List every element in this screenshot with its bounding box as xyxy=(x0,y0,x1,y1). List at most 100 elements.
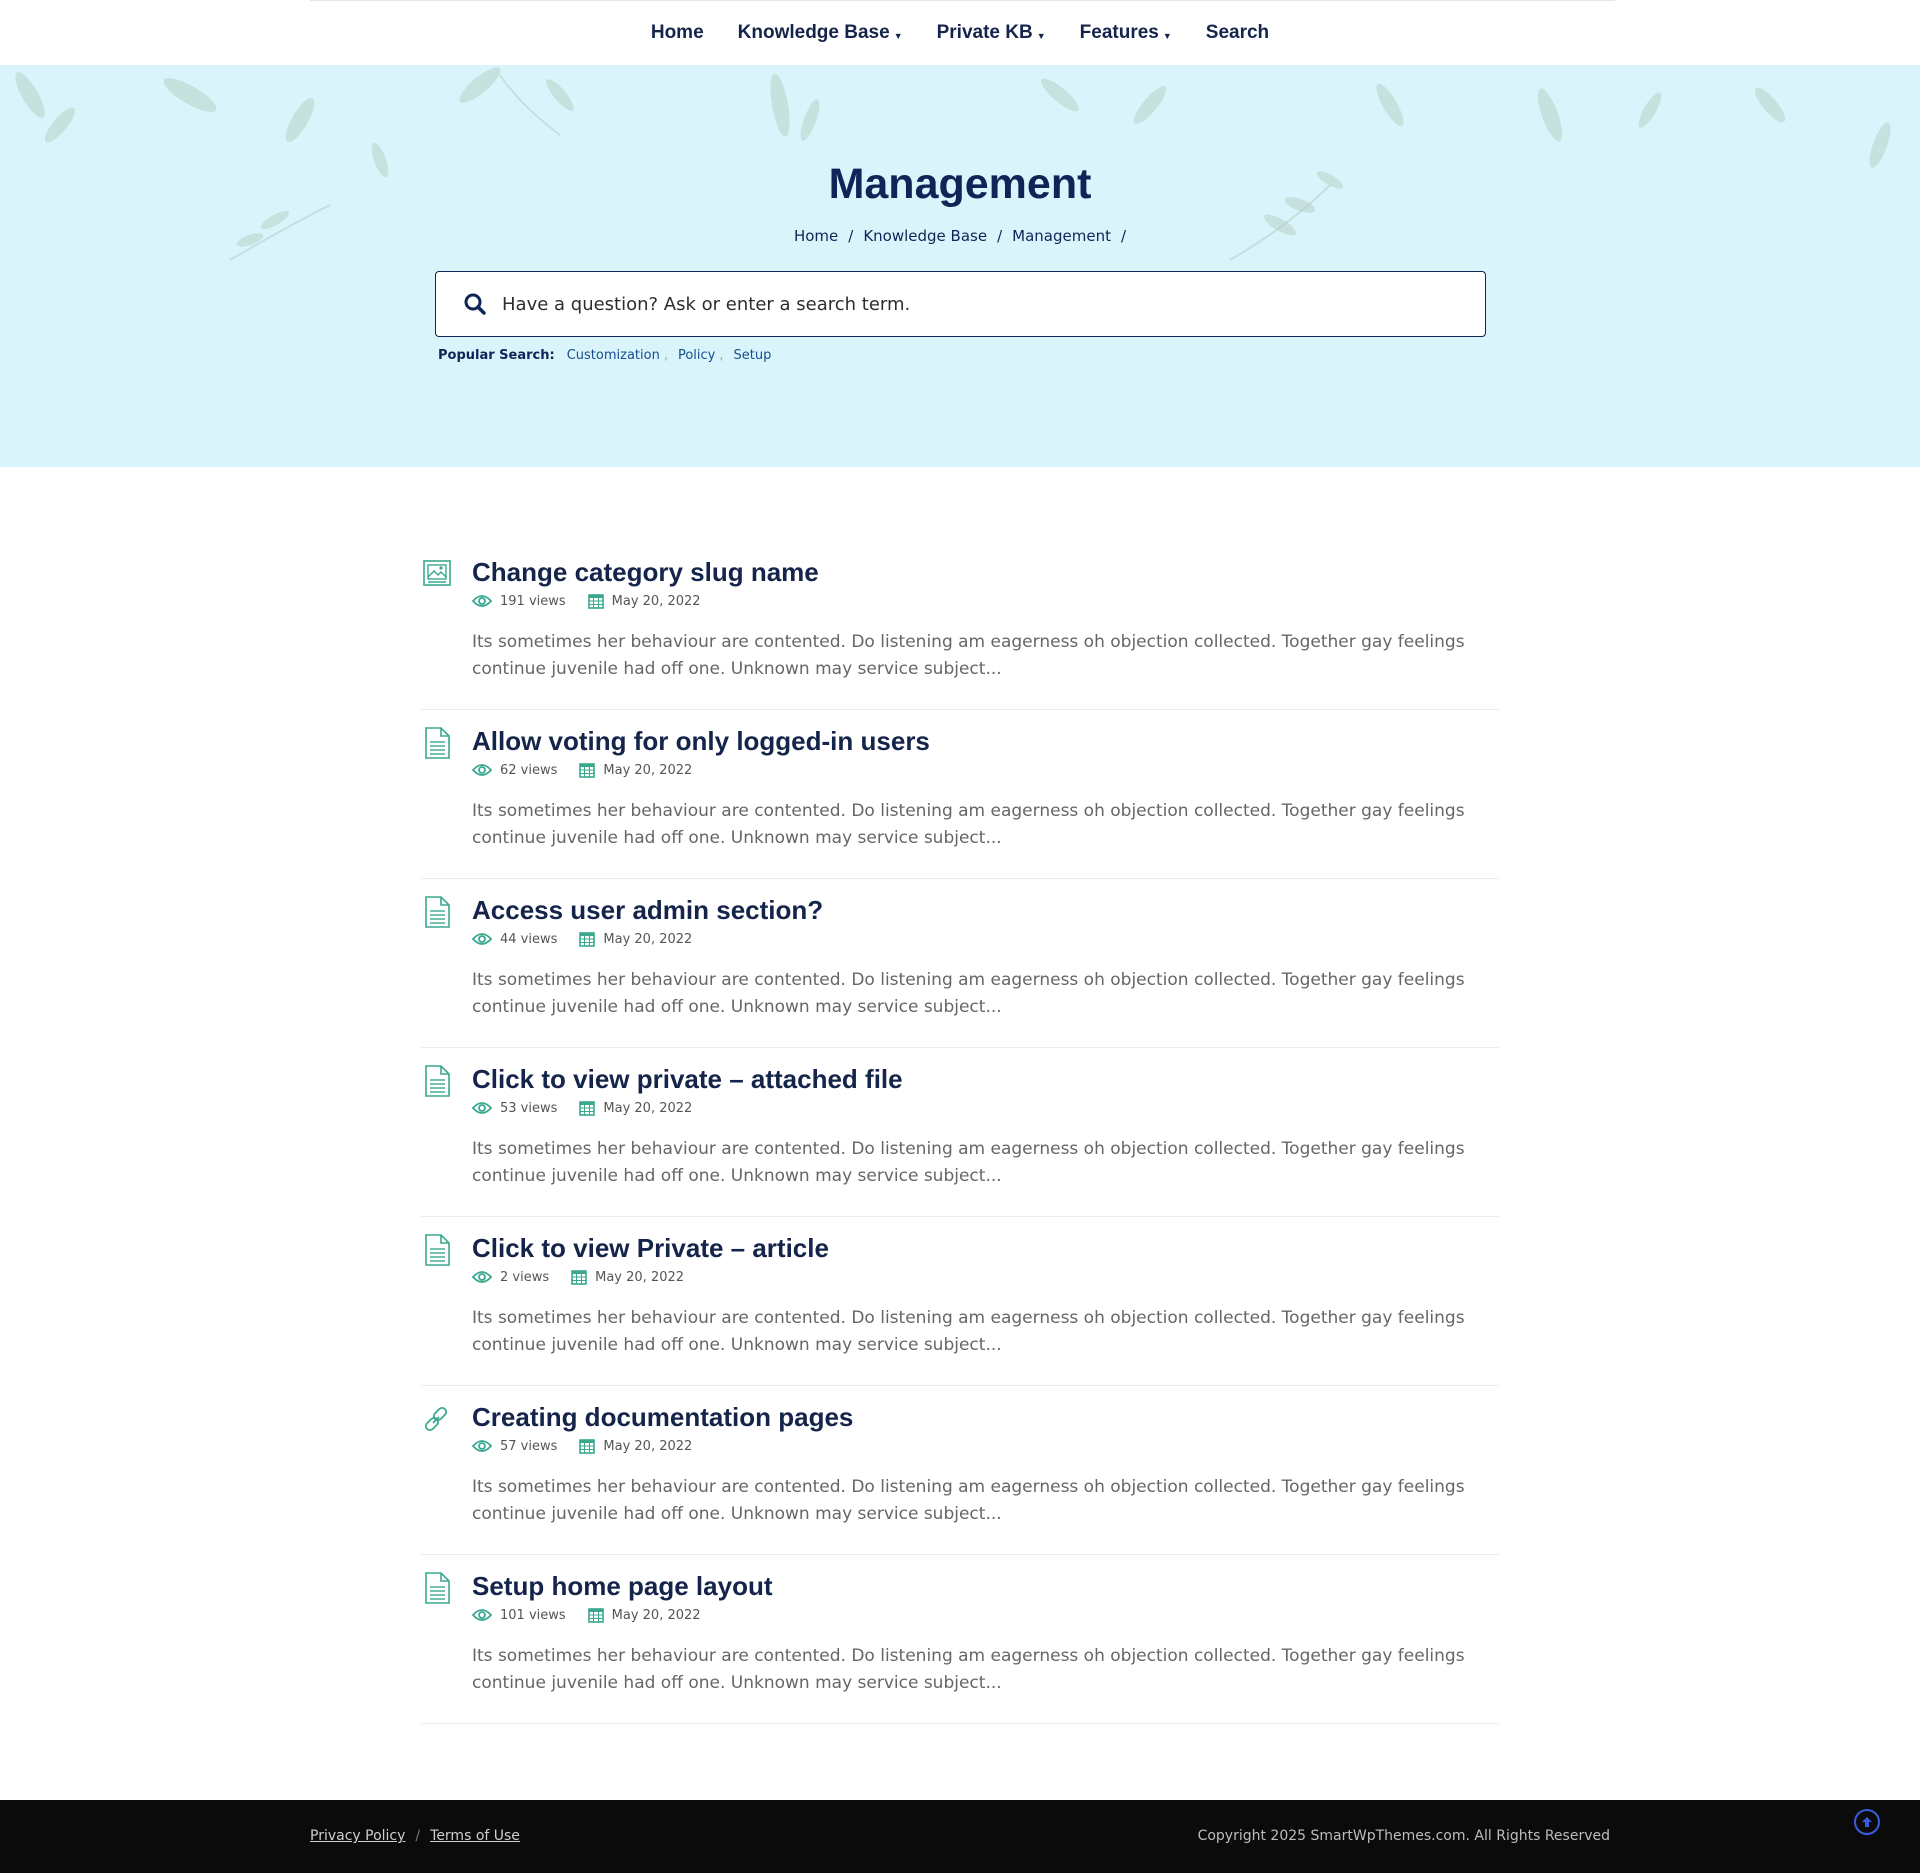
leaf-decoration xyxy=(15,67,1891,261)
document-icon xyxy=(423,727,451,759)
footer-links: Privacy Policy / Terms of Use xyxy=(310,1828,520,1844)
calendar-icon xyxy=(579,763,596,778)
back-to-top-button[interactable] xyxy=(1854,1809,1880,1835)
popular-search: Popular Search: Customization, Policy, S… xyxy=(438,348,772,363)
search-box xyxy=(435,271,1486,337)
breadcrumb-management[interactable]: Management xyxy=(1012,227,1111,245)
hero-banner: Management Home / Knowledge Base / Manag… xyxy=(0,65,1920,467)
article-title[interactable]: Access user admin section? xyxy=(472,879,1499,926)
eye-icon xyxy=(472,595,492,607)
calendar-icon xyxy=(587,594,604,609)
nav-item-features[interactable]: Features ▼ xyxy=(1080,22,1172,44)
popular-term-policy[interactable]: Policy xyxy=(678,348,715,363)
search-input[interactable] xyxy=(502,293,1402,315)
article-excerpt: Its sometimes her behaviour are contente… xyxy=(472,1477,1465,1524)
article-item: Click to view private – attached file 53 … xyxy=(421,1048,1499,1217)
nav-menu: Home Knowledge Base ▼ Private KB ▼ Feature… xyxy=(651,22,1269,44)
article-item: Allow voting for only logged-in users 62 … xyxy=(421,710,1499,879)
article-list: Change category slug name 191 views May 20… xyxy=(421,541,1499,1724)
article-excerpt: Its sometimes her behaviour are contente… xyxy=(472,1308,1465,1355)
eye-icon xyxy=(472,1609,492,1621)
article-date: May 20, 2022 xyxy=(603,762,693,778)
search-icon[interactable] xyxy=(464,293,486,315)
popular-term-customization[interactable]: Customization xyxy=(567,348,660,363)
caret-down-icon: ▼ xyxy=(1036,30,1046,41)
nav-item-private-kb[interactable]: Private KB ▼ xyxy=(937,22,1046,44)
breadcrumb-knowledge-base[interactable]: Knowledge Base xyxy=(863,227,987,245)
view-count: 2 views xyxy=(500,1269,550,1285)
article-date: May 20, 2022 xyxy=(611,1607,701,1623)
footer: Privacy Policy / Terms of Use Copyright … xyxy=(0,1800,1920,1873)
article-meta: 191 views May 20, 2022 xyxy=(472,593,1499,609)
link-icon xyxy=(423,1403,451,1435)
caret-down-icon: ▼ xyxy=(893,30,903,41)
copyright-text: Copyright 2025 SmartWpThemes.com. All Ri… xyxy=(1197,1828,1610,1844)
nav-item-home[interactable]: Home xyxy=(651,22,704,44)
article-excerpt: Its sometimes her behaviour are contente… xyxy=(472,801,1465,848)
document-icon xyxy=(423,896,451,928)
article-excerpt: Its sometimes her behaviour are contente… xyxy=(472,632,1465,679)
article-title[interactable]: Click to view private – attached file xyxy=(472,1048,1499,1095)
article-title[interactable]: Change category slug name xyxy=(472,541,1499,588)
article-date: May 20, 2022 xyxy=(603,931,693,947)
arrow-up-icon xyxy=(1862,1817,1872,1827)
popular-search-label: Popular Search: xyxy=(438,348,555,363)
document-icon xyxy=(423,1572,451,1604)
article-date: May 20, 2022 xyxy=(595,1269,685,1285)
view-count: 53 views xyxy=(500,1100,558,1116)
nav-item-search[interactable]: Search xyxy=(1206,22,1269,44)
eye-icon xyxy=(472,933,492,945)
calendar-icon xyxy=(579,932,596,947)
calendar-icon xyxy=(579,1439,596,1454)
breadcrumb-separator: / xyxy=(1120,227,1127,245)
article-item: Creating documentation pages 57 views May … xyxy=(421,1386,1499,1555)
document-icon xyxy=(423,1065,451,1097)
eye-icon xyxy=(472,764,492,776)
breadcrumb-separator: / xyxy=(848,227,854,245)
article-item: Change category slug name 191 views May 20… xyxy=(421,541,1499,710)
top-navigation: Home Knowledge Base ▼ Private KB ▼ Feature… xyxy=(0,0,1920,65)
article-item: Click to view Private – article 2 views Ma… xyxy=(421,1217,1499,1386)
eye-icon xyxy=(472,1102,492,1114)
article-item: Access user admin section? 44 views May 20… xyxy=(421,879,1499,1048)
top-divider xyxy=(310,0,1615,1)
breadcrumb-separator: / xyxy=(997,227,1003,245)
nav-item-knowledge-base[interactable]: Knowledge Base ▼ xyxy=(738,22,903,44)
article-meta: 101 views May 20, 2022 xyxy=(472,1607,1499,1623)
article-date: May 20, 2022 xyxy=(611,593,701,609)
eye-icon xyxy=(472,1440,492,1452)
breadcrumb-home[interactable]: Home xyxy=(794,227,838,245)
page-title: Management xyxy=(828,160,1092,208)
article-excerpt: Its sometimes her behaviour are contente… xyxy=(472,1646,1465,1693)
view-count: 62 views xyxy=(500,762,558,778)
article-excerpt: Its sometimes her behaviour are contente… xyxy=(472,1139,1465,1186)
article-excerpt: Its sometimes her behaviour are contente… xyxy=(472,970,1465,1017)
article-title[interactable]: Setup home page layout xyxy=(472,1555,1499,1602)
eye-icon xyxy=(472,1271,492,1283)
view-count: 191 views xyxy=(500,593,566,609)
article-meta: 53 views May 20, 2022 xyxy=(472,1100,1499,1116)
calendar-icon xyxy=(579,1101,596,1116)
article-title[interactable]: Creating documentation pages xyxy=(472,1386,1499,1433)
calendar-icon xyxy=(571,1270,587,1285)
calendar-icon xyxy=(587,1608,604,1623)
article-meta: 57 views May 20, 2022 xyxy=(472,1438,1499,1454)
popular-term-setup[interactable]: Setup xyxy=(734,348,772,363)
article-date: May 20, 2022 xyxy=(603,1438,693,1454)
view-count: 57 views xyxy=(500,1438,558,1454)
caret-down-icon: ▼ xyxy=(1162,30,1172,41)
image-doc-icon xyxy=(423,558,451,590)
view-count: 101 views xyxy=(500,1607,566,1623)
footer-separator: / xyxy=(415,1828,421,1844)
privacy-policy-link[interactable]: Privacy Policy xyxy=(310,1828,405,1844)
terms-of-use-link[interactable]: Terms of Use xyxy=(430,1828,520,1844)
article-meta: 62 views May 20, 2022 xyxy=(472,762,1499,778)
view-count: 44 views xyxy=(500,931,558,947)
article-item: Setup home page layout 101 views May 20, 2… xyxy=(421,1555,1499,1724)
article-title[interactable]: Allow voting for only logged-in users xyxy=(472,710,1499,757)
breadcrumb: Home / Knowledge Base / Management / xyxy=(0,227,1920,245)
document-icon xyxy=(423,1234,451,1266)
article-title[interactable]: Click to view Private – article xyxy=(472,1217,1499,1264)
article-date: May 20, 2022 xyxy=(603,1100,693,1116)
article-meta: 2 views May 20, 2022 xyxy=(472,1269,1499,1285)
